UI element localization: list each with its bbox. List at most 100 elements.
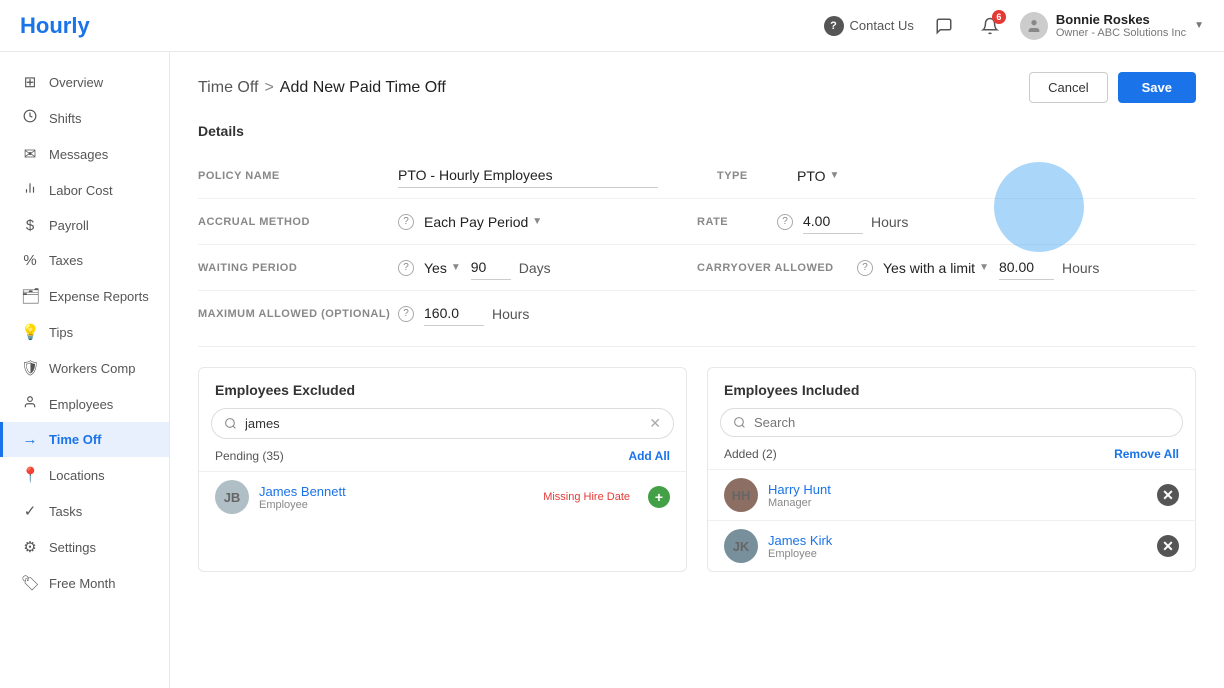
sidebar-item-workers-comp-label: Workers Comp: [49, 361, 135, 376]
employee-name: Harry Hunt: [768, 482, 1147, 497]
labor-cost-icon: [21, 181, 39, 199]
waiting-period-days-input[interactable]: [471, 255, 511, 280]
excluded-employee-list: JB James Bennett Employee Missing Hire D…: [199, 471, 686, 522]
excluded-search-clear-icon[interactable]: ✕: [649, 415, 661, 432]
topnav: Hourly ? Contact Us 6 Bonnie Roskes Owne…: [0, 0, 1224, 52]
breadcrumb-link[interactable]: Time Off: [198, 79, 258, 97]
sidebar-item-employees-label: Employees: [49, 397, 113, 412]
sidebar-item-messages[interactable]: ✉ Messages: [0, 136, 169, 172]
employee-role: Employee: [768, 548, 1147, 560]
carryover-hours-input[interactable]: [999, 255, 1054, 280]
carryover-chevron-icon: ▼: [979, 262, 989, 273]
shifts-icon: [21, 109, 39, 127]
messages-button[interactable]: [928, 10, 960, 42]
sidebar-item-expense-reports[interactable]: 🗂 Expense Reports: [0, 278, 169, 314]
waiting-period-select[interactable]: Yes ▼: [424, 260, 461, 276]
overview-icon: ⊞: [21, 73, 39, 91]
sidebar-item-time-off[interactable]: → Time Off: [0, 422, 169, 457]
included-search-box: [720, 408, 1183, 437]
waiting-chevron-icon: ▼: [451, 262, 461, 273]
carryover-select[interactable]: Yes with a limit ▼: [883, 260, 989, 276]
save-button[interactable]: Save: [1118, 72, 1196, 103]
breadcrumb-current: Add New Paid Time Off: [280, 79, 446, 97]
user-info: Bonnie Roskes Owner - ABC Solutions Inc: [1056, 12, 1186, 39]
type-value: PTO: [797, 168, 826, 184]
employee-info: James Bennett Employee: [259, 484, 533, 511]
sidebar-item-labor-cost-label: Labor Cost: [49, 183, 113, 198]
max-allowed-help-icon[interactable]: ?: [398, 306, 414, 322]
list-item: JB James Bennett Employee Missing Hire D…: [199, 471, 686, 522]
carryover-help-icon[interactable]: ?: [857, 260, 873, 276]
rate-label: RATE: [697, 216, 777, 228]
user-menu[interactable]: Bonnie Roskes Owner - ABC Solutions Inc …: [1020, 12, 1204, 40]
remove-all-button[interactable]: Remove All: [1114, 447, 1179, 461]
type-label: TYPE: [717, 170, 797, 182]
remove-employee-button[interactable]: ✕: [1157, 535, 1179, 557]
accrual-help-icon[interactable]: ?: [398, 214, 414, 230]
remove-employee-button[interactable]: ✕: [1157, 484, 1179, 506]
sidebar-item-free-month[interactable]: 🏷 Free Month: [0, 565, 169, 601]
sidebar-item-taxes[interactable]: % Taxes: [0, 243, 169, 278]
sidebar-item-tips[interactable]: 💡 Tips: [0, 314, 169, 350]
employees-section: Employees Excluded ✕ Pending (35) Add Al…: [198, 367, 1196, 572]
brand-logo[interactable]: Hourly: [20, 13, 90, 39]
sidebar-item-shifts-label: Shifts: [49, 111, 82, 126]
accrual-rate-row: ACCRUAL METHOD ? Each Pay Period ▼ RATE …: [198, 199, 1196, 245]
excluded-list-meta: Pending (35) Add All: [199, 449, 686, 471]
sidebar-item-free-month-label: Free Month: [49, 576, 115, 591]
employee-role: Manager: [768, 497, 1147, 509]
sidebar-item-tasks[interactable]: ✓ Tasks: [0, 493, 169, 529]
carryover-unit: Hours: [1062, 260, 1099, 276]
notifications-button[interactable]: 6: [974, 10, 1006, 42]
sidebar-item-settings[interactable]: ⚙ Settings: [0, 529, 169, 565]
max-allowed-input[interactable]: [424, 301, 484, 326]
contact-label: Contact Us: [850, 18, 914, 33]
employee-info: Harry Hunt Manager: [768, 482, 1147, 509]
sidebar-item-payroll[interactable]: $ Payroll: [0, 208, 169, 243]
sidebar-item-expense-reports-label: Expense Reports: [49, 289, 149, 304]
details-section: Details POLICY NAME TYPE PTO ▼: [198, 123, 1196, 347]
taxes-icon: %: [21, 252, 39, 269]
sidebar-item-overview-label: Overview: [49, 75, 103, 90]
sidebar-item-locations[interactable]: 📍 Locations: [0, 457, 169, 493]
rate-input[interactable]: [803, 209, 863, 234]
policy-name-input[interactable]: [398, 163, 658, 188]
employee-name: James Kirk: [768, 533, 1147, 548]
sidebar-item-workers-comp[interactable]: 🛡 Workers Comp: [0, 350, 169, 386]
contact-us-button[interactable]: ? Contact Us: [824, 16, 914, 36]
employees-icon: [21, 395, 39, 413]
policy-name-label: POLICY NAME: [198, 170, 398, 182]
sidebar-item-shifts[interactable]: Shifts: [0, 100, 169, 136]
employee-info: James Kirk Employee: [768, 533, 1147, 560]
included-search-input[interactable]: [754, 415, 1170, 430]
sidebar-item-overview[interactable]: ⊞ Overview: [0, 64, 169, 100]
list-item: HH Harry Hunt Manager ✕: [708, 469, 1195, 520]
employees-excluded-panel: Employees Excluded ✕ Pending (35) Add Al…: [198, 367, 687, 572]
add-all-button[interactable]: Add All: [628, 449, 670, 463]
add-employee-button[interactable]: +: [648, 486, 670, 508]
included-search-icon: [733, 416, 746, 429]
waiting-help-icon[interactable]: ?: [398, 260, 414, 276]
cancel-button[interactable]: Cancel: [1029, 72, 1107, 103]
help-icon: ?: [824, 16, 844, 36]
details-title: Details: [198, 123, 1196, 139]
workers-comp-icon: 🛡: [21, 359, 39, 377]
included-employee-list: HH Harry Hunt Manager ✕ JK James Kirk: [708, 469, 1195, 571]
waiting-carryover-row: WAITING PERIOD ? Yes ▼ Days CARRYOVER AL…: [198, 245, 1196, 291]
accrual-chevron-icon: ▼: [532, 216, 542, 227]
waiting-period-unit: Days: [519, 260, 551, 276]
settings-icon: ⚙: [21, 538, 39, 556]
expense-reports-icon: 🗂: [21, 287, 39, 305]
type-select[interactable]: PTO ▼: [797, 168, 839, 184]
excluded-search-input[interactable]: [245, 416, 641, 431]
free-month-icon: 🏷: [21, 574, 39, 592]
employee-role: Employee: [259, 499, 533, 511]
user-name: Bonnie Roskes: [1056, 12, 1186, 27]
rate-help-icon[interactable]: ?: [777, 214, 793, 230]
sidebar-item-employees[interactable]: Employees: [0, 386, 169, 422]
sidebar-item-labor-cost[interactable]: Labor Cost: [0, 172, 169, 208]
sidebar-item-time-off-label: Time Off: [49, 432, 102, 447]
breadcrumb-separator: >: [264, 79, 273, 97]
messages-icon: ✉: [21, 145, 39, 163]
accrual-method-select[interactable]: Each Pay Period ▼: [424, 214, 542, 230]
